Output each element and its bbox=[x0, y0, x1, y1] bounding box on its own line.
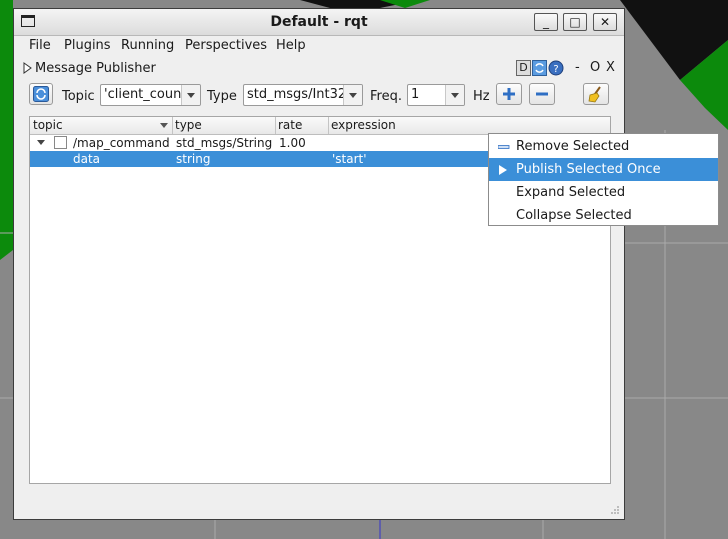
menu-item-label: Expand Selected bbox=[516, 185, 626, 200]
clear-button[interactable] bbox=[583, 83, 609, 105]
expand-triangle-icon[interactable] bbox=[23, 62, 32, 74]
resize-grip-icon[interactable] bbox=[606, 505, 620, 515]
menu-running[interactable]: Running bbox=[121, 38, 174, 53]
help-icon[interactable]: ? bbox=[548, 60, 564, 76]
chevron-down-icon bbox=[343, 85, 362, 105]
context-menu: Remove Selected Publish Selected Once Ex… bbox=[488, 133, 719, 226]
chevron-down-icon bbox=[445, 85, 464, 105]
column-header-expression[interactable]: expression bbox=[331, 118, 396, 132]
refresh-topics-button[interactable] bbox=[29, 83, 53, 105]
menu-item-publish-selected-once[interactable]: Publish Selected Once bbox=[489, 158, 718, 181]
column-header-type[interactable]: type bbox=[175, 118, 202, 132]
minimize-button[interactable]: _ bbox=[534, 13, 558, 31]
plugin-header: Message Publisher D ? - O X bbox=[14, 58, 624, 78]
sort-indicator-icon bbox=[160, 123, 168, 128]
broom-icon bbox=[588, 86, 601, 103]
freq-value: 1 bbox=[411, 87, 420, 102]
close-button[interactable]: ✕ bbox=[593, 13, 617, 31]
play-icon bbox=[499, 165, 507, 175]
window-title: Default - rqt bbox=[270, 14, 368, 30]
topic-combo[interactable]: 'client_count bbox=[100, 84, 201, 106]
menu-perspectives[interactable]: Perspectives bbox=[185, 38, 267, 53]
menu-item-remove-selected[interactable]: Remove Selected bbox=[489, 135, 718, 158]
close-plugin-button[interactable]: X bbox=[606, 60, 615, 75]
row-expression[interactable]: 'start' bbox=[332, 152, 367, 166]
row-rate[interactable]: 1.00 bbox=[279, 136, 306, 150]
plugin-title: Message Publisher bbox=[35, 61, 156, 76]
chevron-down-icon bbox=[181, 85, 200, 105]
type-label: Type bbox=[207, 89, 237, 104]
minus-icon bbox=[498, 145, 510, 149]
menu-file[interactable]: File bbox=[29, 38, 51, 53]
publisher-toolbar: Topic 'client_count Type std_msgs/Int32 … bbox=[14, 81, 624, 111]
close-icon: ✕ bbox=[599, 15, 611, 29]
freq-label: Freq. bbox=[370, 89, 402, 104]
row-topic: data bbox=[73, 152, 101, 166]
svg-text:?: ? bbox=[553, 64, 558, 75]
remove-publisher-button[interactable] bbox=[529, 83, 555, 105]
topic-label: Topic bbox=[62, 89, 95, 104]
float-button[interactable]: O bbox=[590, 60, 600, 75]
hz-label: Hz bbox=[473, 89, 490, 104]
maximize-button[interactable]: □ bbox=[563, 13, 587, 31]
enable-checkbox[interactable] bbox=[54, 136, 67, 149]
menu-item-label: Collapse Selected bbox=[516, 208, 632, 223]
menu-help[interactable]: Help bbox=[276, 38, 306, 53]
menu-item-expand-selected[interactable]: Expand Selected bbox=[489, 181, 718, 204]
collapse-arrow-icon[interactable] bbox=[37, 140, 45, 146]
row-topic: /map_command bbox=[73, 136, 170, 150]
topic-value: 'client_count bbox=[104, 87, 187, 102]
menu-item-label: Remove Selected bbox=[516, 139, 630, 154]
title-bar[interactable]: Default - rqt _ □ ✕ bbox=[14, 9, 624, 36]
minimize-icon: _ bbox=[543, 15, 549, 29]
menu-item-label: Publish Selected Once bbox=[516, 162, 661, 177]
type-value: std_msgs/Int32 bbox=[247, 87, 347, 102]
menu-bar: File Plugins Running Perspectives Help bbox=[14, 36, 624, 56]
debug-button[interactable]: D bbox=[516, 60, 531, 76]
column-header-rate[interactable]: rate bbox=[278, 118, 302, 132]
row-type: string bbox=[176, 152, 211, 166]
menu-plugins[interactable]: Plugins bbox=[64, 38, 111, 53]
plus-icon bbox=[503, 88, 515, 100]
minus-icon bbox=[536, 92, 548, 96]
reload-icon[interactable] bbox=[532, 60, 547, 76]
menu-item-collapse-selected[interactable]: Collapse Selected bbox=[489, 204, 718, 227]
column-header-topic[interactable]: topic bbox=[33, 118, 63, 132]
refresh-icon bbox=[33, 86, 49, 102]
row-type: std_msgs/String bbox=[176, 136, 273, 150]
rqt-window: Default - rqt _ □ ✕ File Plugins Running… bbox=[13, 8, 625, 520]
freq-combo[interactable]: 1 bbox=[407, 84, 465, 106]
add-publisher-button[interactable] bbox=[496, 83, 522, 105]
type-combo[interactable]: std_msgs/Int32 bbox=[243, 84, 363, 106]
maximize-icon: □ bbox=[569, 15, 581, 29]
hide-button[interactable]: - bbox=[575, 60, 580, 75]
